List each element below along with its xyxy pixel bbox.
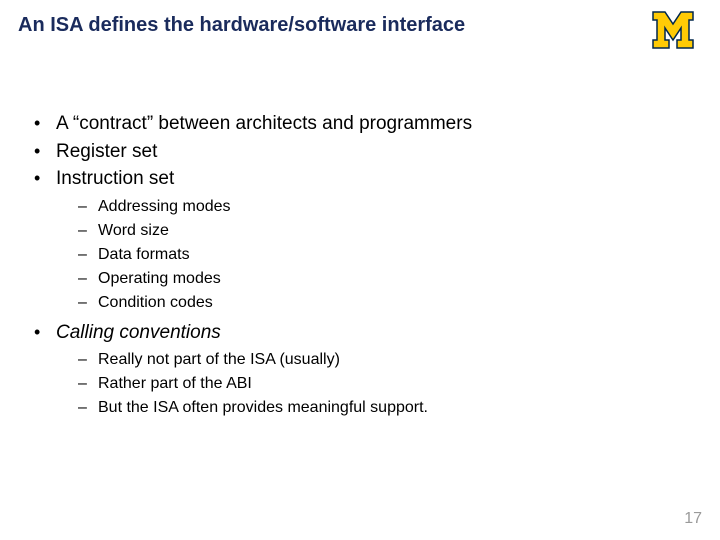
bullet-text: Calling conventions bbox=[56, 322, 221, 343]
bullet-text: A “contract” between architects and prog… bbox=[56, 113, 472, 134]
bullet-level2: Data formats bbox=[78, 243, 688, 267]
bullet-text: Really not part of the ISA (usually) bbox=[98, 351, 340, 368]
bullet-level1: A “contract” between architects and prog… bbox=[32, 110, 688, 138]
bullet-text: But the ISA often provides meaningful su… bbox=[98, 399, 428, 416]
bullet-level2: Addressing modes bbox=[78, 195, 688, 219]
bullet-text: Register set bbox=[56, 141, 157, 162]
page-number: 17 bbox=[684, 510, 702, 528]
slide-title: An ISA defines the hardware/software int… bbox=[18, 14, 465, 37]
bullet-level2: Operating modes bbox=[78, 267, 688, 291]
bullet-level2: But the ISA often provides meaningful su… bbox=[78, 396, 688, 420]
bullet-level1: Instruction set bbox=[32, 165, 688, 193]
bullet-level1: Calling conventions bbox=[32, 319, 688, 347]
bullet-text: Word size bbox=[98, 222, 169, 239]
bullet-text: Addressing modes bbox=[98, 198, 231, 215]
bullet-text: Data formats bbox=[98, 246, 190, 263]
bullet-text: Instruction set bbox=[56, 168, 174, 189]
bullet-text: Rather part of the ABI bbox=[98, 375, 252, 392]
bullet-level2: Really not part of the ISA (usually) bbox=[78, 348, 688, 372]
sub-list: Really not part of the ISA (usually) Rath… bbox=[78, 348, 688, 420]
michigan-logo bbox=[644, 10, 702, 55]
bullet-level1: Register set bbox=[32, 138, 688, 166]
bullet-text: Condition codes bbox=[98, 294, 213, 311]
slide-body: A “contract” between architects and prog… bbox=[32, 110, 688, 424]
bullet-text: Operating modes bbox=[98, 270, 221, 287]
sub-list: Addressing modes Word size Data formats Ope… bbox=[78, 195, 688, 315]
bullet-level2: Word size bbox=[78, 219, 688, 243]
bullet-level2: Rather part of the ABI bbox=[78, 372, 688, 396]
bullet-level2: Condition codes bbox=[78, 291, 688, 315]
